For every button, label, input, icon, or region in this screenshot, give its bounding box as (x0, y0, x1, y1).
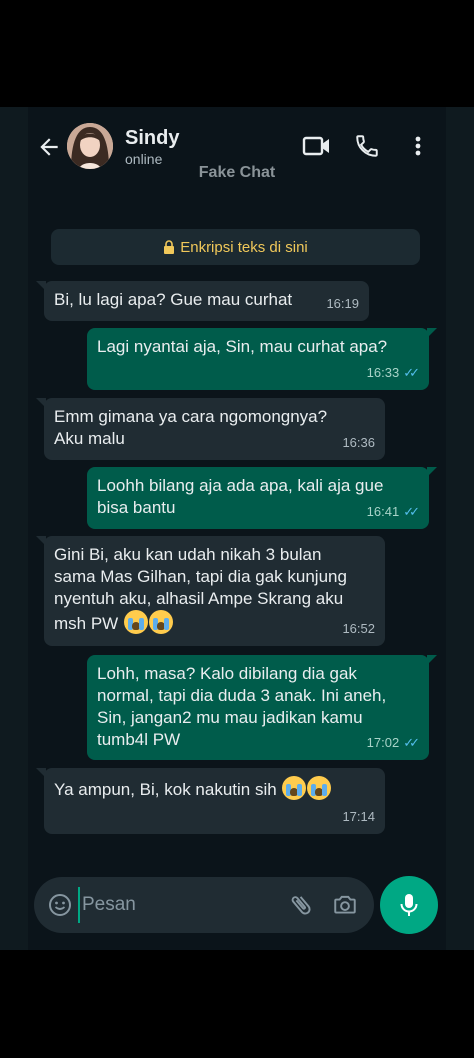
message-outgoing[interactable]: Loohh bilang aja ada apa, kali aja gue b… (87, 467, 437, 529)
message-text: Ya ampun, Bi, kok nakutin sih (54, 780, 277, 799)
watermark-text: Fake Chat (198, 164, 276, 181)
read-ticks-icon: ✓✓ (403, 504, 420, 519)
phone-icon[interactable] (354, 133, 380, 159)
emoji-icon[interactable] (48, 893, 72, 917)
message-text: Bi, lu lagi apa? Gue mau curhat (54, 290, 293, 309)
message-text: Lagi nyantai aja, Sin, mau curhat apa? (97, 337, 388, 356)
contact-name[interactable]: Sindy (125, 127, 179, 150)
encryption-notice[interactable]: Enkripsi teks di sini (51, 229, 420, 265)
crying-emoji-icon (282, 776, 307, 800)
camera-icon[interactable] (332, 892, 358, 918)
message-outgoing[interactable]: Lagi nyantai aja, Sin, mau curhat apa? 1… (87, 328, 437, 390)
read-ticks-icon: ✓✓ (403, 735, 420, 750)
message-incoming[interactable]: Emm gimana ya cara ngomongnya? Aku malu … (36, 398, 385, 460)
message-incoming[interactable]: Ya ampun, Bi, kok nakutin sih 17:14 (36, 768, 385, 834)
message-time: 17:02 (366, 735, 400, 750)
crying-emoji-icon (123, 610, 148, 634)
message-composer (34, 877, 374, 933)
crying-emoji-icon (307, 776, 332, 800)
crying-emoji-icon (148, 610, 173, 634)
encryption-text: Enkripsi teks di sini (180, 238, 308, 256)
video-call-icon[interactable] (302, 133, 332, 159)
read-ticks-icon: ✓✓ (403, 365, 420, 380)
message-text: Emm gimana ya cara ngomongnya? Aku malu (54, 407, 328, 448)
lock-icon (164, 240, 175, 254)
message-time: 16:19 (326, 296, 359, 311)
message-incoming[interactable]: Bi, lu lagi apa? Gue mau curhat 16:19 (36, 281, 369, 321)
avatar[interactable] (67, 123, 113, 169)
message-time: 16:36 (342, 435, 375, 450)
message-time: 17:14 (342, 809, 375, 824)
chat-screen: Sindy online Fake Chat Enkripsi teks di … (0, 107, 474, 950)
chat-header: Sindy online Fake Chat (0, 107, 474, 187)
back-arrow-icon[interactable] (36, 134, 62, 160)
more-vert-icon[interactable] (408, 133, 428, 159)
message-time: 16:41 (366, 504, 400, 519)
message-time: 16:52 (342, 621, 375, 636)
message-outgoing[interactable]: Lohh, masa? Kalo dibilang dia gak normal… (87, 655, 437, 760)
message-input[interactable] (78, 887, 278, 923)
mic-icon[interactable] (380, 876, 438, 934)
message-time: 16:33 (366, 365, 400, 380)
message-incoming[interactable]: Gini Bi, aku kan udah nikah 3 bulan sama… (36, 536, 385, 646)
message-text: Gini Bi, aku kan udah nikah 3 bulan sama… (54, 545, 347, 633)
attach-icon[interactable] (288, 892, 314, 918)
